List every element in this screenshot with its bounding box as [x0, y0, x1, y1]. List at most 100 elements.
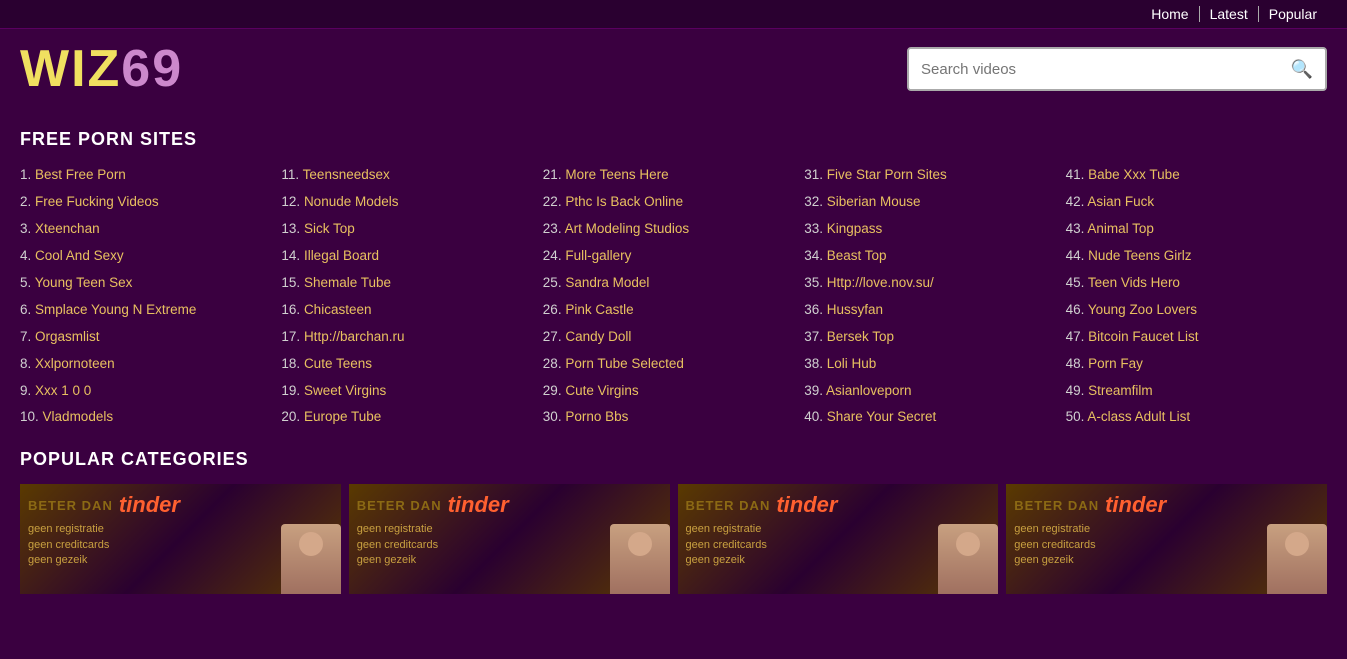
- site-link[interactable]: Babe Xxx Tube: [1088, 167, 1180, 182]
- site-link[interactable]: Pink Castle: [565, 302, 633, 317]
- nav-home-link[interactable]: Home: [1141, 6, 1199, 22]
- list-item: 45. Teen Vids Hero: [1066, 272, 1327, 295]
- list-item: 5. Young Teen Sex: [20, 272, 281, 295]
- list-item: 3. Xteenchan: [20, 218, 281, 241]
- list-item: 42. Asian Fuck: [1066, 191, 1327, 214]
- beter-dan-text-2: BETER DAN: [357, 498, 442, 513]
- site-link[interactable]: Pthc Is Back Online: [565, 194, 683, 209]
- nav-popular-link[interactable]: Popular: [1259, 6, 1327, 22]
- site-link[interactable]: Young Teen Sex: [35, 275, 133, 290]
- list-item: 41. Babe Xxx Tube: [1066, 164, 1327, 187]
- site-link[interactable]: Free Fucking Videos: [35, 194, 159, 209]
- site-link[interactable]: Beast Top: [827, 248, 887, 263]
- search-button[interactable]: 🔍: [1279, 49, 1325, 89]
- site-link[interactable]: Porn Tube Selected: [565, 356, 684, 371]
- free-porn-sites-section: FREE PORN SITES 1. Best Free Porn 2. Fre…: [20, 129, 1327, 429]
- site-link[interactable]: Xxlpornoteen: [35, 356, 115, 371]
- site-link[interactable]: Teensneedsex: [303, 167, 390, 182]
- search-input[interactable]: [909, 49, 1279, 89]
- nav-latest-link[interactable]: Latest: [1200, 6, 1259, 22]
- list-item: 18. Cute Teens: [281, 353, 542, 376]
- site-link[interactable]: A-class Adult List: [1087, 409, 1190, 424]
- site-link[interactable]: Xxx 1 0 0: [35, 383, 91, 398]
- site-link[interactable]: Young Zoo Lovers: [1088, 302, 1197, 317]
- links-col-1: 1. Best Free Porn 2. Free Fucking Videos…: [20, 164, 281, 429]
- list-item: 44. Nude Teens Girlz: [1066, 245, 1327, 268]
- list-item: 2. Free Fucking Videos: [20, 191, 281, 214]
- list-item: 8. Xxlpornoteen: [20, 353, 281, 376]
- ad-top-4: BETER DAN tinder: [1014, 492, 1166, 518]
- site-link[interactable]: More Teens Here: [565, 167, 668, 182]
- list-item: 39. Asianloveporn: [804, 380, 1065, 403]
- video-thumbnail-3[interactable]: BETER DAN tinder geen registratie geen c…: [678, 484, 999, 594]
- site-link[interactable]: Http://barchan.ru: [304, 329, 405, 344]
- site-link[interactable]: Sweet Virgins: [304, 383, 386, 398]
- tinder-logo-3: tinder: [776, 492, 837, 518]
- site-link[interactable]: Http://love.nov.su/: [827, 275, 934, 290]
- site-link[interactable]: Asian Fuck: [1087, 194, 1154, 209]
- site-link[interactable]: Full-gallery: [565, 248, 631, 263]
- video-thumbnail-4[interactable]: BETER DAN tinder geen registratie geen c…: [1006, 484, 1327, 594]
- list-item: 25. Sandra Model: [543, 272, 804, 295]
- list-item: 7. Orgasmlist: [20, 326, 281, 349]
- site-link[interactable]: Candy Doll: [565, 329, 631, 344]
- list-item: 24. Full-gallery: [543, 245, 804, 268]
- site-link[interactable]: Cute Teens: [304, 356, 372, 371]
- list-item: 36. Hussyfan: [804, 299, 1065, 322]
- links-col-4: 31. Five Star Porn Sites 32. Siberian Mo…: [804, 164, 1065, 429]
- site-link[interactable]: Cute Virgins: [565, 383, 638, 398]
- list-item: 27. Candy Doll: [543, 326, 804, 349]
- ad-face-3: [938, 524, 998, 594]
- site-link[interactable]: Xteenchan: [35, 221, 100, 236]
- list-item: 48. Porn Fay: [1066, 353, 1327, 376]
- site-link[interactable]: Siberian Mouse: [827, 194, 921, 209]
- site-link[interactable]: Porno Bbs: [565, 409, 628, 424]
- site-link[interactable]: Hussyfan: [827, 302, 883, 317]
- list-item: 29. Cute Virgins: [543, 380, 804, 403]
- site-link[interactable]: Five Star Porn Sites: [827, 167, 947, 182]
- ad-sub-4: geen registratie geen creditcards geen g…: [1014, 522, 1095, 568]
- site-link[interactable]: Smplace Young N Extreme: [35, 302, 196, 317]
- site-link[interactable]: Cool And Sexy: [35, 248, 124, 263]
- list-item: 21. More Teens Here: [543, 164, 804, 187]
- links-col-5: 41. Babe Xxx Tube 42. Asian Fuck 43. Ani…: [1066, 164, 1327, 429]
- list-item: 28. Porn Tube Selected: [543, 353, 804, 376]
- site-link[interactable]: Sandra Model: [565, 275, 649, 290]
- list-item: 12. Nonude Models: [281, 191, 542, 214]
- ad-top-3: BETER DAN tinder: [686, 492, 838, 518]
- site-link[interactable]: Nonude Models: [304, 194, 399, 209]
- site-link[interactable]: Streamfilm: [1088, 383, 1153, 398]
- ad-2: BETER DAN tinder geen registratie geen c…: [349, 484, 670, 594]
- video-thumbnail-2[interactable]: BETER DAN tinder geen registratie geen c…: [349, 484, 670, 594]
- site-link[interactable]: Bitcoin Faucet List: [1088, 329, 1198, 344]
- ad-1: BETER DAN tinder geen registratie geen c…: [20, 484, 341, 594]
- site-link[interactable]: Animal Top: [1087, 221, 1154, 236]
- site-link[interactable]: Orgasmlist: [35, 329, 100, 344]
- site-link[interactable]: Kingpass: [827, 221, 883, 236]
- site-link[interactable]: Best Free Porn: [35, 167, 126, 182]
- site-link[interactable]: Teen Vids Hero: [1088, 275, 1180, 290]
- video-thumbnail-1[interactable]: BETER DAN tinder geen registratie geen c…: [20, 484, 341, 594]
- list-item: 47. Bitcoin Faucet List: [1066, 326, 1327, 349]
- site-link[interactable]: Chicasteen: [304, 302, 372, 317]
- site-link[interactable]: Porn Fay: [1088, 356, 1143, 371]
- site-link[interactable]: Nude Teens Girlz: [1088, 248, 1191, 263]
- list-item: 15. Shemale Tube: [281, 272, 542, 295]
- site-link[interactable]: Loli Hub: [827, 356, 877, 371]
- site-link[interactable]: Europe Tube: [304, 409, 381, 424]
- site-link[interactable]: Bersek Top: [827, 329, 894, 344]
- list-item: 32. Siberian Mouse: [804, 191, 1065, 214]
- ad-sub-1: geen registratie geen creditcards geen g…: [28, 522, 109, 568]
- site-link[interactable]: Illegal Board: [304, 248, 379, 263]
- site-link[interactable]: Vladmodels: [43, 409, 114, 424]
- site-link[interactable]: Share Your Secret: [827, 409, 937, 424]
- site-link[interactable]: Sick Top: [304, 221, 355, 236]
- list-item: 11. Teensneedsex: [281, 164, 542, 187]
- site-link[interactable]: Asianloveporn: [826, 383, 912, 398]
- list-item: 49. Streamfilm: [1066, 380, 1327, 403]
- site-link[interactable]: Shemale Tube: [304, 275, 391, 290]
- site-link[interactable]: Art Modeling Studios: [565, 221, 690, 236]
- list-item: 46. Young Zoo Lovers: [1066, 299, 1327, 322]
- links-col-3: 21. More Teens Here 22. Pthc Is Back Onl…: [543, 164, 804, 429]
- tinder-logo-1: tinder: [119, 492, 180, 518]
